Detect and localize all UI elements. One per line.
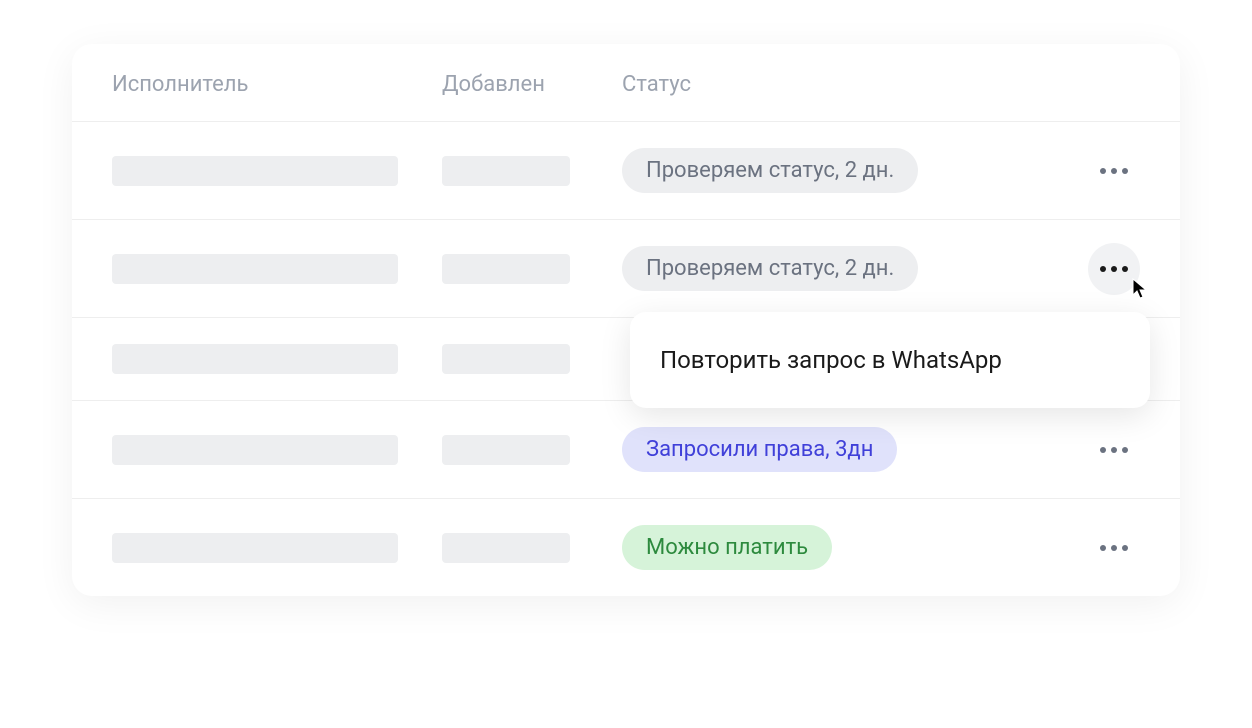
executor-skeleton — [112, 156, 398, 186]
more-icon — [1100, 447, 1128, 453]
executor-skeleton — [112, 435, 398, 465]
added-skeleton — [442, 254, 570, 284]
executor-skeleton — [112, 533, 398, 563]
more-actions-button[interactable] — [1088, 424, 1140, 476]
actions-dropdown: Повторить запрос в WhatsApp — [630, 312, 1150, 408]
status-badge: Проверяем статус, 2 дн. — [622, 148, 918, 193]
table-row: Проверяем статус, 2 дн. — [72, 220, 1180, 318]
status-badge: Запросили права, 3дн — [622, 427, 897, 472]
added-skeleton — [442, 435, 570, 465]
header-executor: Исполнитель — [112, 72, 248, 97]
executor-skeleton — [112, 344, 398, 374]
status-badge: Проверяем статус, 2 дн. — [622, 246, 918, 291]
added-skeleton — [442, 156, 570, 186]
more-icon — [1100, 266, 1128, 272]
more-actions-button[interactable] — [1088, 145, 1140, 197]
executor-skeleton — [112, 254, 398, 284]
table-row: Проверяем статус, 2 дн. — [72, 122, 1180, 220]
added-skeleton — [442, 344, 570, 374]
more-actions-button[interactable] — [1088, 522, 1140, 574]
status-badge: Можно платить — [622, 525, 832, 570]
more-actions-button[interactable] — [1088, 243, 1140, 295]
more-icon — [1100, 545, 1128, 551]
table-row: Можно платить — [72, 499, 1180, 596]
more-icon — [1100, 168, 1128, 174]
repeat-whatsapp-request-item[interactable]: Повторить запрос в WhatsApp — [660, 346, 1120, 374]
added-skeleton — [442, 533, 570, 563]
header-status: Статус — [622, 72, 691, 97]
table-header: Исполнитель Добавлен Статус — [72, 44, 1180, 122]
table-row: Запросили права, 3дн — [72, 401, 1180, 499]
header-added: Добавлен — [442, 72, 545, 97]
